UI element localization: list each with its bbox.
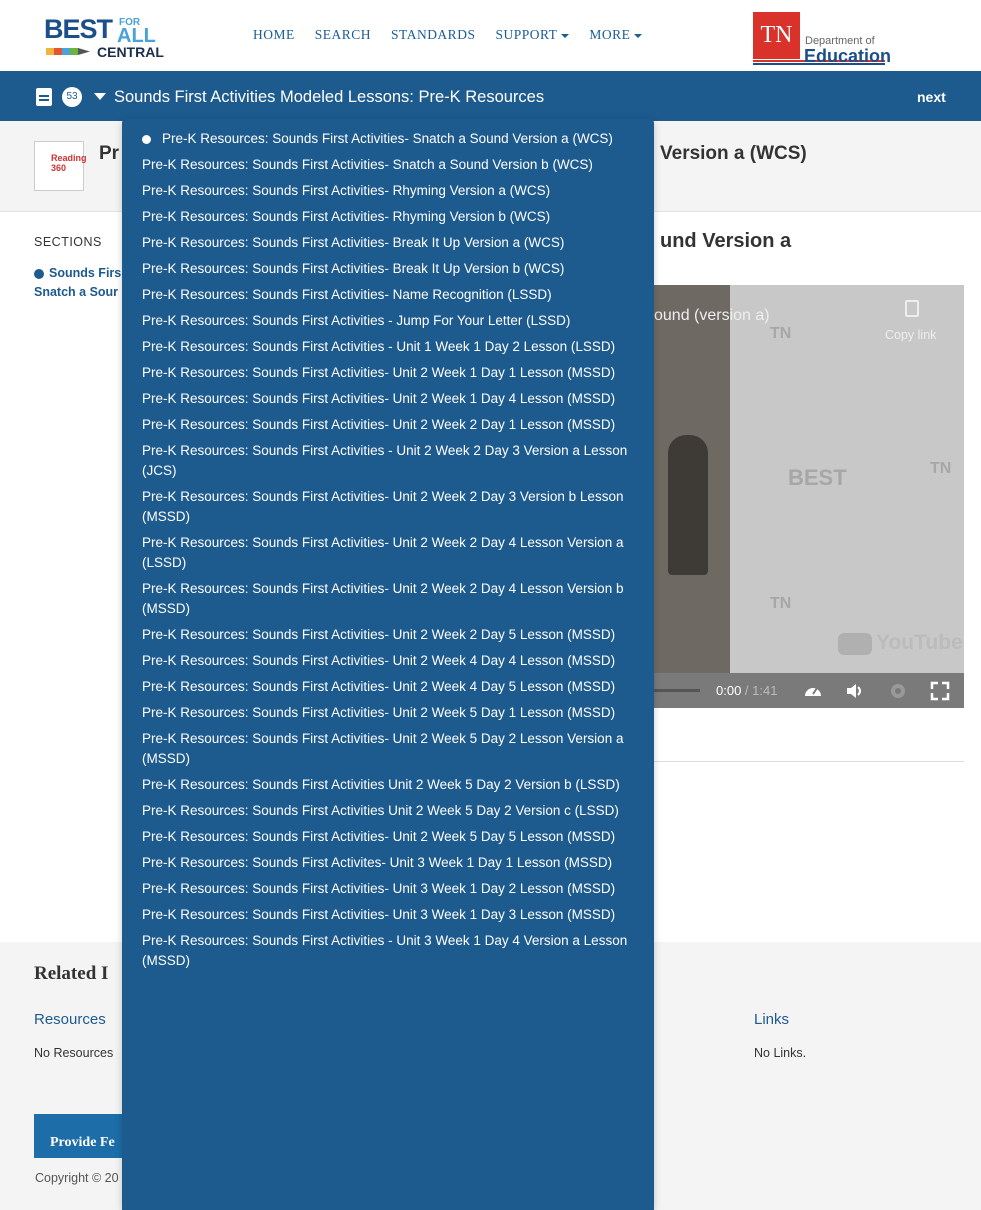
dropdown-item-current[interactable]: Pre-K Resources: Sounds First Activities… [122,129,654,149]
item-count-badge: 53 [62,87,82,107]
nav-support-dropdown[interactable]: SUPPORT [495,27,569,43]
youtube-play-icon[interactable] [838,633,872,655]
logo-central-text: CENTRAL [97,44,164,60]
links-empty-text: No Links. [754,1046,807,1060]
dropdown-item[interactable]: Pre-K Resources: Sounds First Activities… [122,389,654,409]
section-link-line1[interactable]: Sounds Firs [49,266,121,280]
logo-best-text: BEST [44,14,113,44]
dropdown-item-list: Pre-K Resources: Sounds First Activities… [122,119,654,971]
tn-logo-edu-text: Education [804,46,892,66]
resources-empty-text: No Resources [34,1046,114,1060]
volume-icon[interactable] [845,681,865,701]
best-for-all-logo[interactable]: BEST FOR ALL CENTRAL [44,14,164,62]
dropdown-item[interactable]: Pre-K Resources: Sounds First Activities… [122,931,654,971]
content-heading: und Version a [660,230,792,252]
current-section-dot [34,269,44,279]
dropdown-item[interactable]: Pre-K Resources: Sounds First Activites-… [122,853,654,873]
dropdown-item[interactable]: Pre-K Resources: Sounds First Activities… [122,651,654,671]
dropdown-item[interactable]: Pre-K Resources: Sounds First Activities… [122,415,654,435]
youtube-video-player[interactable]: TN BEST TN TN ound (version a) Copy link… [654,285,964,708]
fullscreen-icon[interactable] [930,681,950,701]
nav-more-dropdown[interactable]: MORE [589,27,642,43]
dropdown-item[interactable]: Pre-K Resources: Sounds First Activities… [122,905,654,925]
nav-standards[interactable]: STANDARDS [391,27,475,43]
video-time-current: 0:00 [716,683,742,698]
video-time-separator: / [741,683,753,698]
dropdown-item[interactable]: Pre-K Resources: Sounds First Activities… [122,879,654,899]
page-title-start: Pr [99,143,120,164]
dropdown-item[interactable]: Pre-K Resources: Sounds First Activities… [122,311,654,331]
dropdown-item[interactable]: Pre-K Resources: Sounds First Activities… [122,155,654,175]
video-time-duration: 1:41 [752,683,778,698]
collection-title-dropdown-toggle[interactable]: Sounds First Activities Modeled Lessons:… [114,88,544,107]
tn-department-of-education-logo[interactable]: TN Department of Education [753,12,893,66]
dropdown-item[interactable]: Pre-K Resources: Sounds First Activities… [122,259,654,279]
page-title-end: Version a (WCS) [660,143,807,164]
copy-link-label[interactable]: Copy link [885,328,936,342]
dropdown-item[interactable]: Pre-K Resources: Sounds First Activities… [122,625,654,645]
youtube-logo-text[interactable]: YouTube [876,631,963,655]
related-items-heading: Related I [34,963,109,984]
next-link[interactable]: next [917,89,946,105]
settings-icon[interactable] [888,681,908,701]
dropdown-item[interactable]: Pre-K Resources: Sounds First Activities… [122,181,654,201]
collection-items-dropdown: Pre-K Resources: Sounds First Activities… [122,119,654,1210]
video-classroom-frame [654,285,730,673]
dropdown-item[interactable]: Pre-K Resources: Sounds First Activities… [122,729,654,769]
dropdown-item[interactable]: Pre-K Resources: Sounds First Activities… [122,207,654,227]
video-time: 0:00 / 1:41 [716,683,777,698]
video-controls-bar: 0:00 / 1:41 [654,673,964,708]
dropdown-item[interactable]: Pre-K Resources: Sounds First Activities… [122,703,654,723]
resources-heading: Resources [34,1011,106,1028]
video-watermark-pane: TN BEST TN TN [730,285,964,673]
sections-heading: SECTIONS [34,235,102,249]
site-header: BEST FOR ALL CENTRAL HOME SEARCH STANDAR… [0,0,981,71]
copyright-text: Copyright © 20 [35,1171,119,1185]
calendar-icon[interactable] [36,88,52,106]
collection-toolbar: 53 Sounds First Activities Modeled Lesso… [0,71,981,121]
watermark-tn-text: TN [770,325,792,342]
speed-icon[interactable] [803,681,823,701]
dropdown-item[interactable]: Pre-K Resources: Sounds First Activities… [122,775,654,795]
dropdown-item[interactable]: Pre-K Resources: Sounds First Activities… [122,677,654,697]
watermark-best-text: BEST [788,465,847,490]
dropdown-item[interactable]: Pre-K Resources: Sounds First Activities… [122,801,654,821]
dropdown-item[interactable]: Pre-K Resources: Sounds First Activities… [122,233,654,253]
tn-logo-box: TN [753,12,800,59]
copy-icon[interactable] [905,300,919,317]
nav-search[interactable]: SEARCH [315,27,371,43]
watermark-tn-text: TN [770,595,792,612]
links-heading: Links [754,1011,790,1028]
main-nav: HOME SEARCH STANDARDS SUPPORT MORE [253,27,662,43]
nav-support-label: SUPPORT [495,27,558,42]
video-progress-bar[interactable] [654,689,700,692]
nav-more-label: MORE [589,27,631,42]
dropdown-item[interactable]: Pre-K Resources: Sounds First Activities… [122,441,654,481]
dropdown-item[interactable]: Pre-K Resources: Sounds First Activities… [122,285,654,305]
dropdown-item[interactable]: Pre-K Resources: Sounds First Activities… [122,533,654,573]
video-title[interactable]: ound (version a) [654,307,770,325]
dropdown-item[interactable]: Pre-K Resources: Sounds First Activities… [122,337,654,357]
dropdown-item[interactable]: Pre-K Resources: Sounds First Activities… [122,827,654,847]
pencil-icon [46,48,90,55]
nav-home[interactable]: HOME [253,27,295,43]
dropdown-item[interactable]: Pre-K Resources: Sounds First Activities… [122,487,654,527]
resource-thumbnail: Reading 360 [34,141,87,191]
thumbnail-text: Reading 360 [51,153,87,173]
watermark-tn-text: TN [930,460,952,477]
dropdown-item[interactable]: Pre-K Resources: Sounds First Activities… [122,363,654,383]
caret-down-icon[interactable] [94,93,106,100]
section-link-line2[interactable]: Snatch a Sour [34,285,118,299]
content-divider [654,761,964,762]
video-person-figure [668,435,708,575]
dropdown-item[interactable]: Pre-K Resources: Sounds First Activities… [122,579,654,619]
